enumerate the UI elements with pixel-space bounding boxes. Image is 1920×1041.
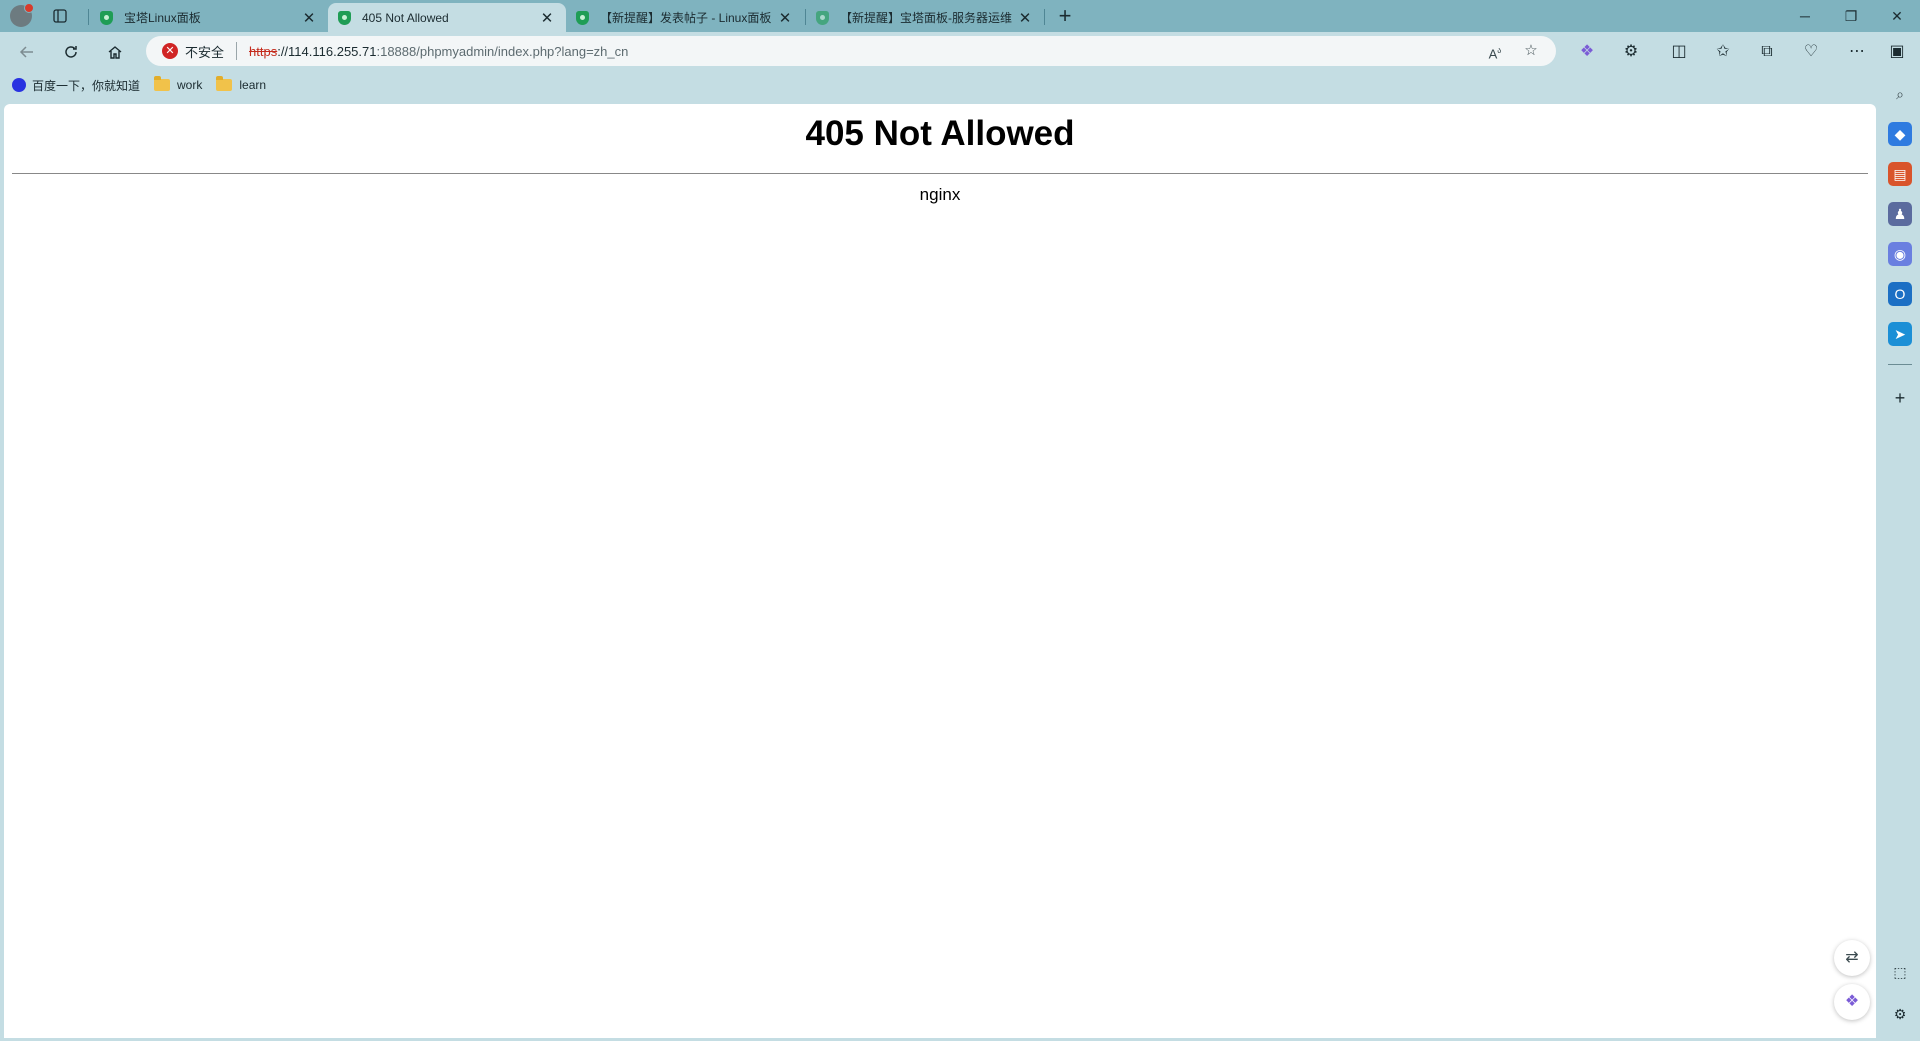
page-content: 405 Not Allowed nginx ⇄ ❖ — [4, 104, 1876, 1038]
favorite-folder-work[interactable]: work — [154, 76, 203, 92]
url-text[interactable]: https ://114.116.255.71 :18888/phpmyadmi… — [249, 44, 628, 59]
tab-strip: 宝塔Linux面板 ✕ 405 Not Allowed ✕ 【新提醒】发表帖子 … — [0, 0, 1920, 32]
copilot-icon[interactable]: ❖ — [1572, 37, 1602, 67]
back-button[interactable] — [12, 37, 42, 67]
not-secure-icon[interactable]: ✕ — [162, 43, 178, 59]
tab-close-icon[interactable]: ✕ — [538, 9, 556, 27]
folder-icon — [154, 76, 171, 91]
tab-separator — [88, 9, 89, 25]
tab-actions-icon — [53, 9, 67, 23]
url-host: ://114.116.255.71 — [277, 43, 377, 59]
url-path: :18888/phpmyadmin/index.php?lang=zh_cn — [376, 43, 629, 59]
extensions-icon[interactable]: ⚙ — [1616, 37, 1646, 67]
profile-button[interactable] — [0, 0, 34, 32]
tab-baota-panel[interactable]: 宝塔Linux面板 ✕ — [90, 3, 328, 32]
edge-sidebar: ⌕ ◆ ▤ ♟ ◉ O ➤ + ⬚ ⚙ — [1880, 72, 1920, 1041]
tab-close-icon[interactable]: ✕ — [300, 9, 318, 27]
collections-icon[interactable]: ⧉ — [1752, 37, 1782, 67]
copilot-float-icon[interactable]: ❖ — [1834, 984, 1870, 1020]
read-aloud-icon[interactable]: Aა — [1482, 36, 1508, 66]
settings-more-icon[interactable]: ⋯ — [1842, 37, 1872, 67]
shopping-tag-icon[interactable]: ◆ — [1888, 122, 1912, 146]
address-bar[interactable]: ✕ 不安全 https ://114.116.255.71 :18888/php… — [146, 36, 1556, 66]
translate-icon[interactable]: ⇄ — [1834, 940, 1870, 976]
baota-shield-icon — [100, 10, 113, 25]
refresh-button[interactable] — [56, 37, 86, 67]
tab-baota-ops[interactable]: 【新提醒】宝塔面板-服务器运维 ✕ — [806, 3, 1044, 32]
divider — [12, 173, 1868, 174]
close-window-button[interactable]: ✕ — [1874, 0, 1920, 32]
address-divider — [236, 42, 238, 60]
outlook-icon[interactable]: O — [1888, 282, 1912, 306]
restore-button[interactable]: ❐ — [1828, 0, 1874, 32]
server-name: nginx — [919, 185, 961, 204]
page-title: 405 Not Allowed — [805, 114, 1075, 153]
favorite-baidu[interactable]: 百度一下，你就知道 — [12, 77, 140, 94]
favorite-label: learn — [239, 78, 267, 92]
search-icon[interactable]: ⌕ — [1888, 82, 1912, 106]
favorite-label: 百度一下，你就知道 — [32, 78, 141, 93]
tab-separator — [1044, 9, 1045, 25]
url-scheme: https — [249, 43, 278, 59]
tab-title: 【新提醒】发表帖子 - Linux面板 — [600, 11, 772, 25]
security-label[interactable]: 不安全 — [185, 42, 224, 61]
sidebar-separator — [1888, 364, 1912, 365]
tab-title: 405 Not Allowed — [362, 10, 449, 25]
sidebar-toggle-icon[interactable]: ▣ — [1882, 37, 1912, 67]
home-icon — [108, 46, 122, 59]
favorite-label: work — [177, 78, 203, 92]
favorite-star-icon[interactable]: ☆ — [1518, 36, 1544, 66]
tools-briefcase-icon[interactable]: ▤ — [1888, 162, 1912, 186]
sidebar-settings-icon[interactable]: ⚙ — [1888, 1002, 1912, 1026]
baota-shield-icon — [338, 10, 351, 25]
browser-essentials-icon[interactable]: ♡ — [1796, 37, 1826, 67]
tab-405-not-allowed[interactable]: 405 Not Allowed ✕ — [328, 3, 566, 32]
tab-actions-button[interactable] — [44, 0, 76, 32]
add-icon[interactable]: + — [1888, 386, 1912, 410]
baota-shield-icon — [576, 10, 589, 25]
folder-icon — [216, 76, 233, 91]
games-icon[interactable]: ♟ — [1888, 202, 1912, 226]
tab-title: 宝塔Linux面板 — [124, 11, 201, 25]
tab-title: 【新提醒】宝塔面板-服务器运维 — [840, 11, 1012, 25]
microsoft-365-icon[interactable]: ◉ — [1888, 242, 1912, 266]
back-arrow-icon — [19, 46, 33, 58]
baidu-icon — [12, 78, 26, 92]
baota-shield-icon — [816, 10, 829, 25]
favorites-icon[interactable]: ✩ — [1708, 37, 1738, 67]
favorite-folder-learn[interactable]: learn — [216, 76, 267, 92]
minimize-button[interactable]: ─ — [1782, 0, 1828, 32]
tab-close-icon[interactable]: ✕ — [1016, 9, 1034, 27]
split-screen-icon[interactable]: ◫ — [1664, 37, 1694, 67]
tab-close-icon[interactable]: ✕ — [776, 9, 794, 27]
browser-toolbar: ✕ 不安全 https ://114.116.255.71 :18888/php… — [0, 32, 1920, 70]
favorites-bar: 百度一下，你就知道 work learn — [0, 72, 1880, 98]
profile-avatar-icon — [10, 3, 34, 27]
home-button[interactable] — [100, 37, 130, 67]
new-tab-button[interactable]: + — [1052, 3, 1078, 29]
screenshot-icon[interactable]: ⬚ — [1888, 960, 1912, 984]
send-icon[interactable]: ➤ — [1888, 322, 1912, 346]
tab-post-thread[interactable]: 【新提醒】发表帖子 - Linux面板 ✕ — [566, 3, 804, 32]
refresh-icon — [65, 46, 77, 58]
